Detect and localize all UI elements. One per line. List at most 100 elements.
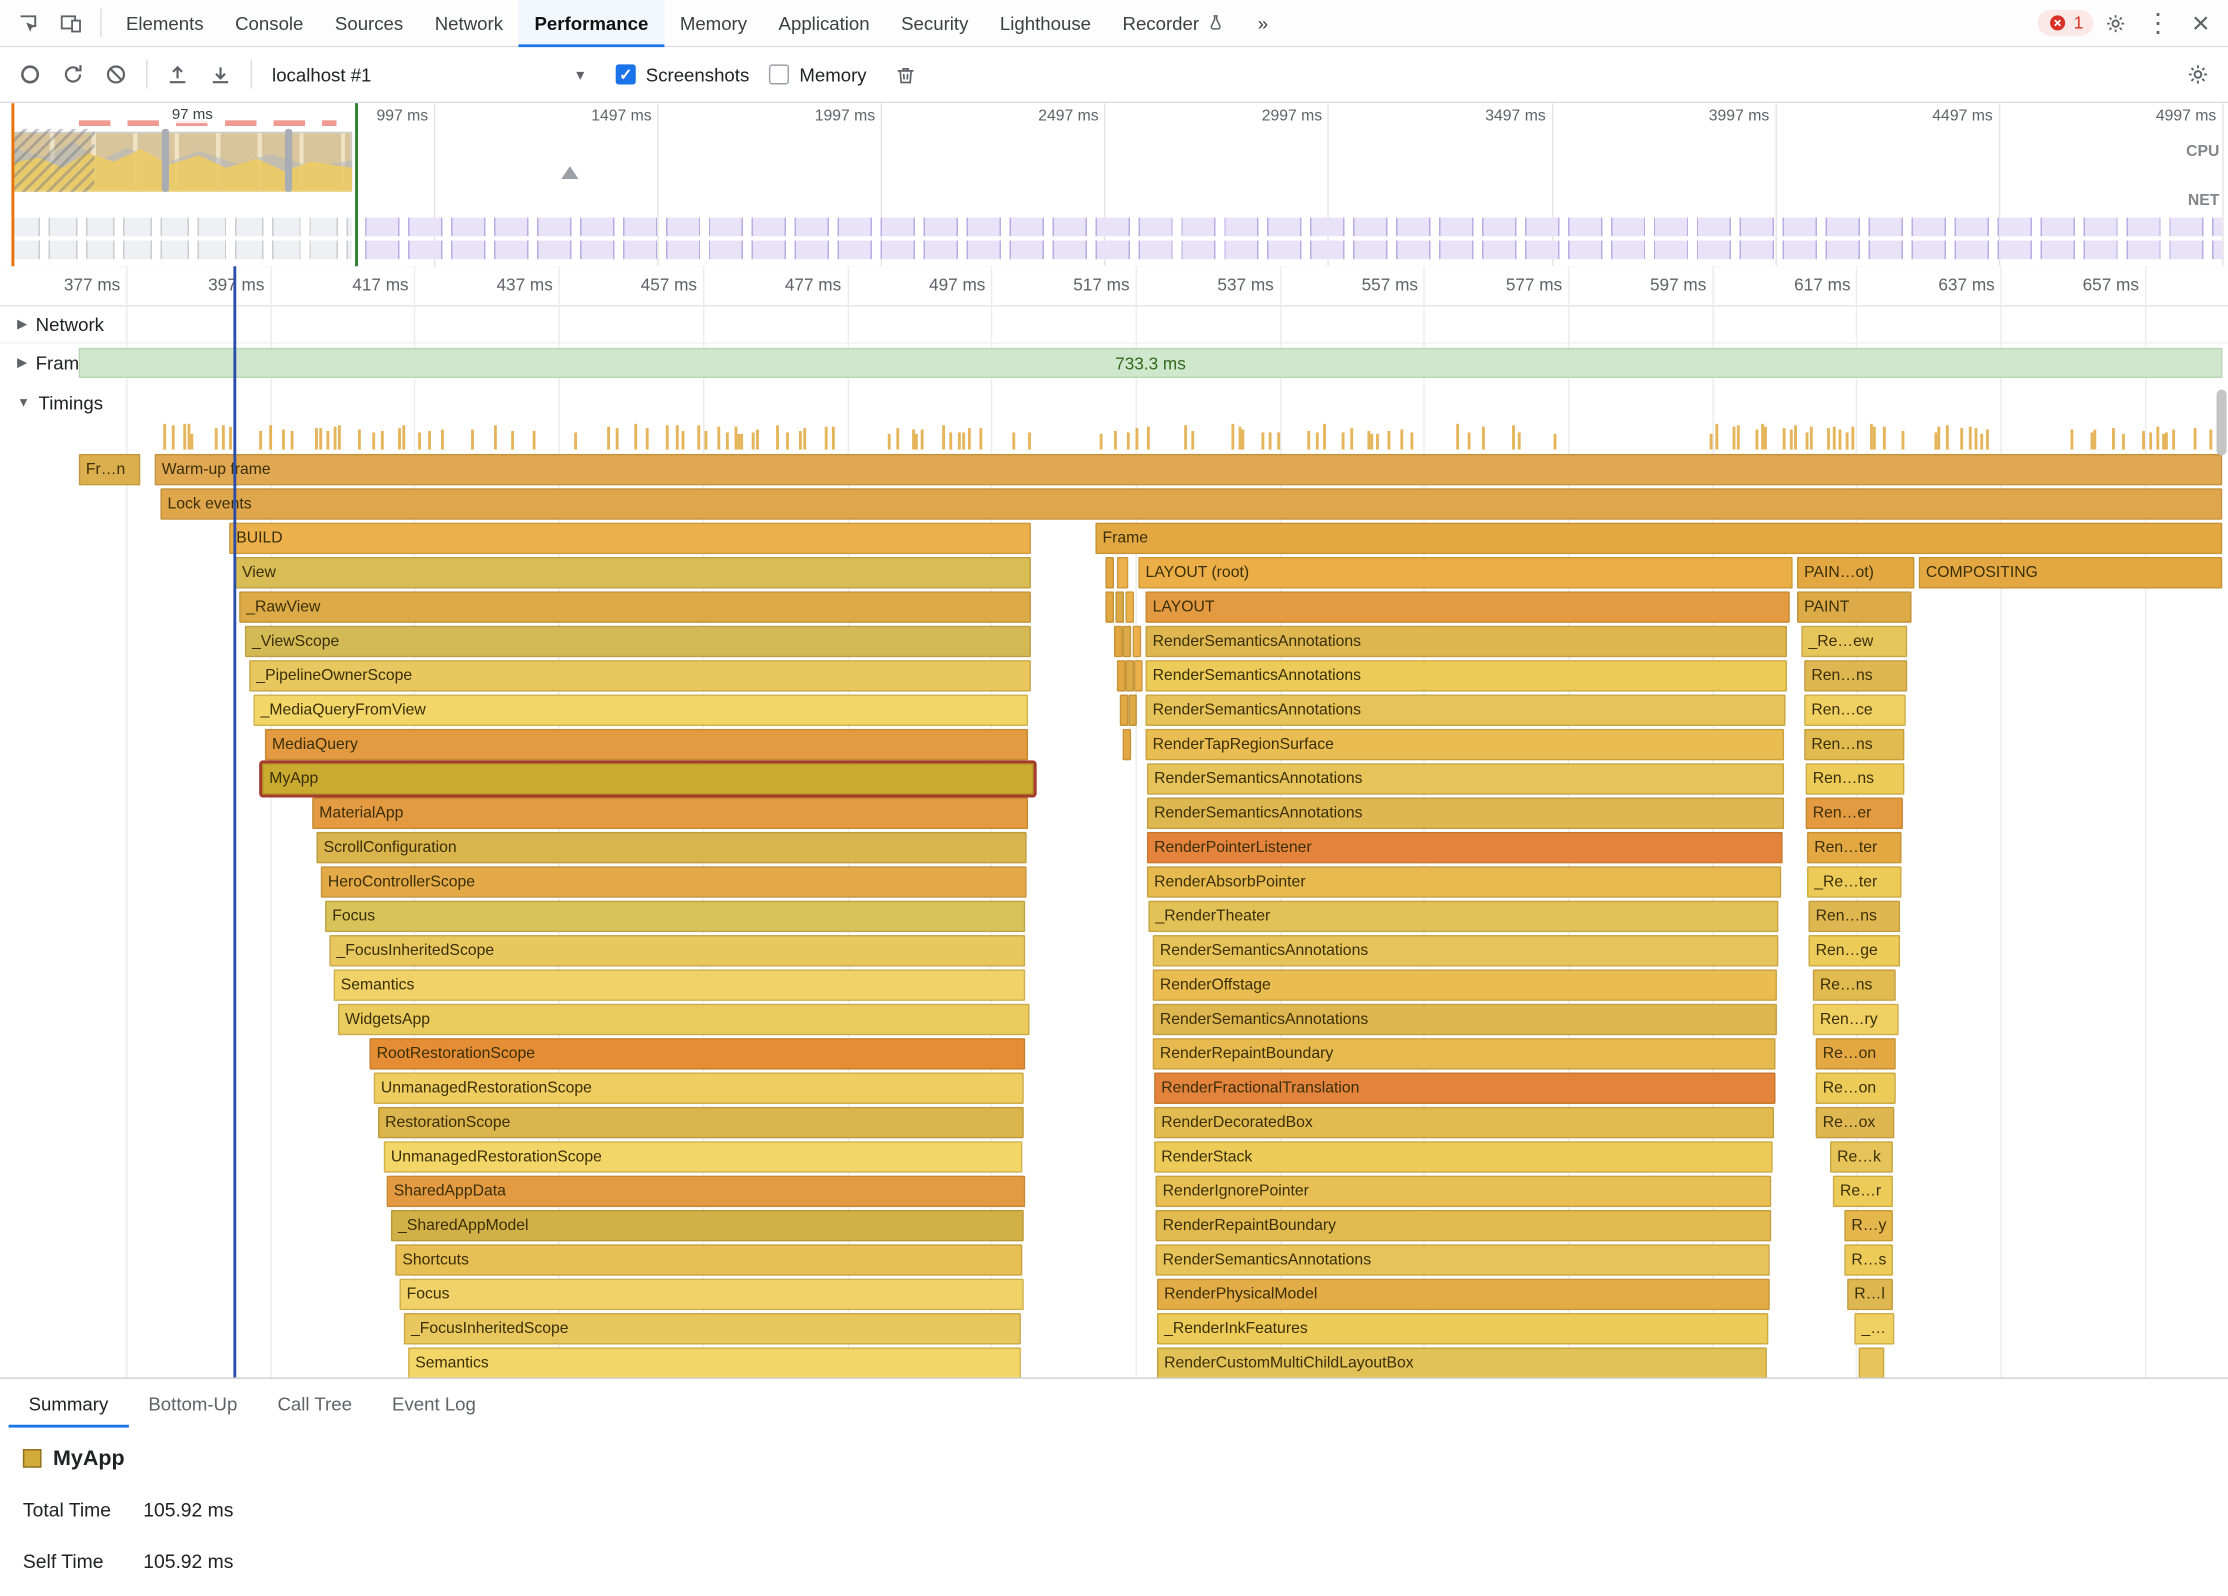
flame-bar-rendersemanticsannotations[interactable]: RenderSemanticsAnnotations xyxy=(1146,660,1787,692)
flame-bar-renderdecoratedbox[interactable]: RenderDecoratedBox xyxy=(1154,1107,1774,1139)
flame-bar-renderrepaintboundary[interactable]: RenderRepaintBoundary xyxy=(1153,1038,1776,1070)
self-time-row: Self Time 105.92 ms xyxy=(23,1551,234,1572)
flame-bar-renderphysicalmodel[interactable]: RenderPhysicalModel xyxy=(1157,1279,1770,1311)
flame-bar-ren-ry[interactable]: Ren…ry xyxy=(1813,1004,1899,1036)
flame-bar-pipelineownerscope[interactable]: _PipelineOwnerScope xyxy=(249,660,1031,692)
flame-bar-ren-ge[interactable]: Ren…ge xyxy=(1808,935,1900,967)
flame-bar-semantics[interactable]: Semantics xyxy=(408,1347,1021,1377)
flame-bar-sharedappmodel[interactable]: _SharedAppModel xyxy=(391,1210,1024,1242)
flame-bar-layout[interactable]: LAYOUT xyxy=(1146,591,1790,623)
flame-bar-rendertapregionsurface[interactable]: RenderTapRegionSurface xyxy=(1146,729,1785,761)
flame-bar[interactable] xyxy=(1117,660,1126,692)
details-tab-event-log[interactable]: Event Log xyxy=(372,1379,496,1429)
flame-bar-re-ns[interactable]: Re…ns xyxy=(1813,969,1896,1001)
details-tab-call-tree[interactable]: Call Tree xyxy=(257,1379,372,1429)
flame-bar-mediaqueryfromview[interactable]: _MediaQueryFromView xyxy=(253,694,1028,726)
flame-bar-renderstack[interactable]: RenderStack xyxy=(1154,1141,1773,1173)
flame-bar-rootrestorationscope[interactable]: RootRestorationScope xyxy=(369,1038,1025,1070)
flame-bar[interactable] xyxy=(1859,1347,1885,1377)
flame-bar-scrollconfiguration[interactable]: ScrollConfiguration xyxy=(316,832,1026,864)
flame-bar-rendercustommultichildlayoutbox[interactable]: RenderCustomMultiChildLayoutBox xyxy=(1157,1347,1767,1377)
flame-bar-rendersemanticsannotations[interactable]: RenderSemanticsAnnotations xyxy=(1153,1004,1777,1036)
flame-bar-view[interactable]: View xyxy=(235,557,1031,589)
flame-bar[interactable] xyxy=(1133,626,1142,658)
flame-bar[interactable] xyxy=(1123,729,1132,761)
flame-bar-re-on[interactable]: Re…on xyxy=(1816,1038,1896,1070)
flame-bar-myapp[interactable]: MyApp xyxy=(262,763,1034,795)
flame-bar-layout-root[interactable]: LAYOUT (root) xyxy=(1138,557,1792,589)
flame-bar-warm-up-frame[interactable]: Warm-up frame xyxy=(155,454,2223,486)
flame-bar[interactable] xyxy=(1125,591,1134,623)
flame-bar-ren-er[interactable]: Ren…er xyxy=(1806,798,1903,830)
flame-bar[interactable] xyxy=(1134,660,1143,692)
flame-bar-rendersemanticsannotations[interactable]: RenderSemanticsAnnotations xyxy=(1146,626,1787,658)
flame-bar-unmanagedrestorationscope[interactable]: UnmanagedRestorationScope xyxy=(384,1141,1023,1173)
flame-bar-rendersemanticsannotations[interactable]: RenderSemanticsAnnotations xyxy=(1147,763,1784,795)
vertical-scrollbar[interactable] xyxy=(2217,389,2227,455)
flame-bar-viewscope[interactable]: _ViewScope xyxy=(245,626,1031,658)
flame-bar-lock-events[interactable]: Lock events xyxy=(160,488,2222,520)
flame-bar-r-l[interactable]: R…l xyxy=(1847,1279,1893,1311)
flame-bar-re-r[interactable]: Re…r xyxy=(1833,1176,1893,1208)
flame-bar-focusinheritedscope[interactable]: _FocusInheritedScope xyxy=(329,935,1025,967)
flame-bar-rendersemanticsannotations[interactable]: RenderSemanticsAnnotations xyxy=(1156,1244,1770,1276)
flame-bar-rendersemanticsannotations[interactable]: RenderSemanticsAnnotations xyxy=(1153,935,1779,967)
flame-bar[interactable] xyxy=(1114,626,1123,658)
flame-bar-re-ew[interactable]: _Re…ew xyxy=(1801,626,1907,658)
flame-bar-rendertheater[interactable]: _RenderTheater xyxy=(1148,901,1778,933)
flame-bar-build[interactable]: BUILD xyxy=(229,523,1031,555)
flame-bar-ren-ce[interactable]: Ren…ce xyxy=(1804,694,1906,726)
flame-bar-re-k[interactable]: Re…k xyxy=(1830,1141,1893,1173)
flame-bar-mediaquery[interactable]: MediaQuery xyxy=(265,729,1028,761)
flame-bar-renderpointerlistener[interactable]: RenderPointerListener xyxy=(1147,832,1783,864)
flame-bar-renderrepaintboundary[interactable]: RenderRepaintBoundary xyxy=(1156,1210,1772,1242)
flame-bar-bar[interactable]: _… xyxy=(1854,1313,1894,1345)
flame-bar-paint[interactable]: PAINT xyxy=(1797,591,1912,623)
flame-bar-renderoffstage[interactable]: RenderOffstage xyxy=(1153,969,1777,1001)
flame-bar-rawview[interactable]: _RawView xyxy=(239,591,1031,623)
flame-bar-focus[interactable]: Focus xyxy=(325,901,1025,933)
details-tab-summary[interactable]: Summary xyxy=(9,1379,129,1429)
flame-bar-ren-ns[interactable]: Ren…ns xyxy=(1808,901,1900,933)
flame-bar-re-ox[interactable]: Re…ox xyxy=(1816,1107,1895,1139)
flame-bar-rendersemanticsannotations[interactable]: RenderSemanticsAnnotations xyxy=(1147,798,1784,830)
flame-bar[interactable] xyxy=(1123,626,1132,658)
flame-bar-ren-ns[interactable]: Ren…ns xyxy=(1804,660,1907,692)
flame-bar-widgetsapp[interactable]: WidgetsApp xyxy=(338,1004,1030,1036)
flame-bar-ren-ns[interactable]: Ren…ns xyxy=(1804,729,1904,761)
flame-bar-rendersemanticsannotations[interactable]: RenderSemanticsAnnotations xyxy=(1146,694,1786,726)
flame-bar-restorationscope[interactable]: RestorationScope xyxy=(378,1107,1024,1139)
flame-bar-shortcuts[interactable]: Shortcuts xyxy=(395,1244,1022,1276)
flame-bar-ren-ns[interactable]: Ren…ns xyxy=(1806,763,1905,795)
flame-bar-renderinkfeatures[interactable]: _RenderInkFeatures xyxy=(1157,1313,1768,1345)
flame-bar[interactable] xyxy=(1105,557,1114,589)
flame-bar-unmanagedrestorationscope[interactable]: UnmanagedRestorationScope xyxy=(374,1072,1024,1104)
flame-bar-ren-ter[interactable]: Ren…ter xyxy=(1807,832,1902,864)
flame-bar-fr-n[interactable]: Fr…n xyxy=(79,454,141,486)
flame-bar-compositing[interactable]: COMPOSITING xyxy=(1919,557,2223,589)
flame-bar-focus[interactable]: Focus xyxy=(399,1279,1023,1311)
flame-bar[interactable] xyxy=(1105,591,1114,623)
flame-bar-r-y[interactable]: R…y xyxy=(1844,1210,1893,1242)
flame-bar-semantics[interactable]: Semantics xyxy=(334,969,1026,1001)
details-tab-bottom-up[interactable]: Bottom-Up xyxy=(128,1379,257,1429)
flame-bar[interactable] xyxy=(1115,591,1124,623)
flame-bar[interactable] xyxy=(1120,694,1129,726)
flame-bar-materialapp[interactable]: MaterialApp xyxy=(312,798,1028,830)
flame-bar[interactable] xyxy=(1117,557,1128,589)
flame-chart[interactable]: Fr…n Warm-up frameLock eventsBUILD Frame Vi… xyxy=(0,0,2228,1377)
flame-bar-renderabsorbpointer[interactable]: RenderAbsorbPointer xyxy=(1147,866,1781,898)
flame-bar-r-s[interactable]: R…s xyxy=(1844,1244,1893,1276)
flame-bar[interactable] xyxy=(1128,694,1137,726)
flame-bar[interactable] xyxy=(1125,660,1134,692)
flame-bar-pain-ot[interactable]: PAIN…ot) xyxy=(1797,557,1914,589)
flame-bar-frame[interactable]: Frame xyxy=(1095,523,2222,555)
flame-bar-herocontrollerscope[interactable]: HeroControllerScope xyxy=(321,866,1027,898)
flame-bar-renderignorepointer[interactable]: RenderIgnorePointer xyxy=(1156,1176,1772,1208)
flame-bar-re-ter[interactable]: _Re…ter xyxy=(1807,866,1902,898)
flame-bar-sharedappdata[interactable]: SharedAppData xyxy=(387,1176,1026,1208)
total-time-value: 105.92 ms xyxy=(143,1499,233,1520)
flame-bar-renderfractionaltranslation[interactable]: RenderFractionalTranslation xyxy=(1154,1072,1775,1104)
flame-bar-focusinheritedscope[interactable]: _FocusInheritedScope xyxy=(404,1313,1021,1345)
flame-bar-re-on[interactable]: Re…on xyxy=(1816,1072,1896,1104)
